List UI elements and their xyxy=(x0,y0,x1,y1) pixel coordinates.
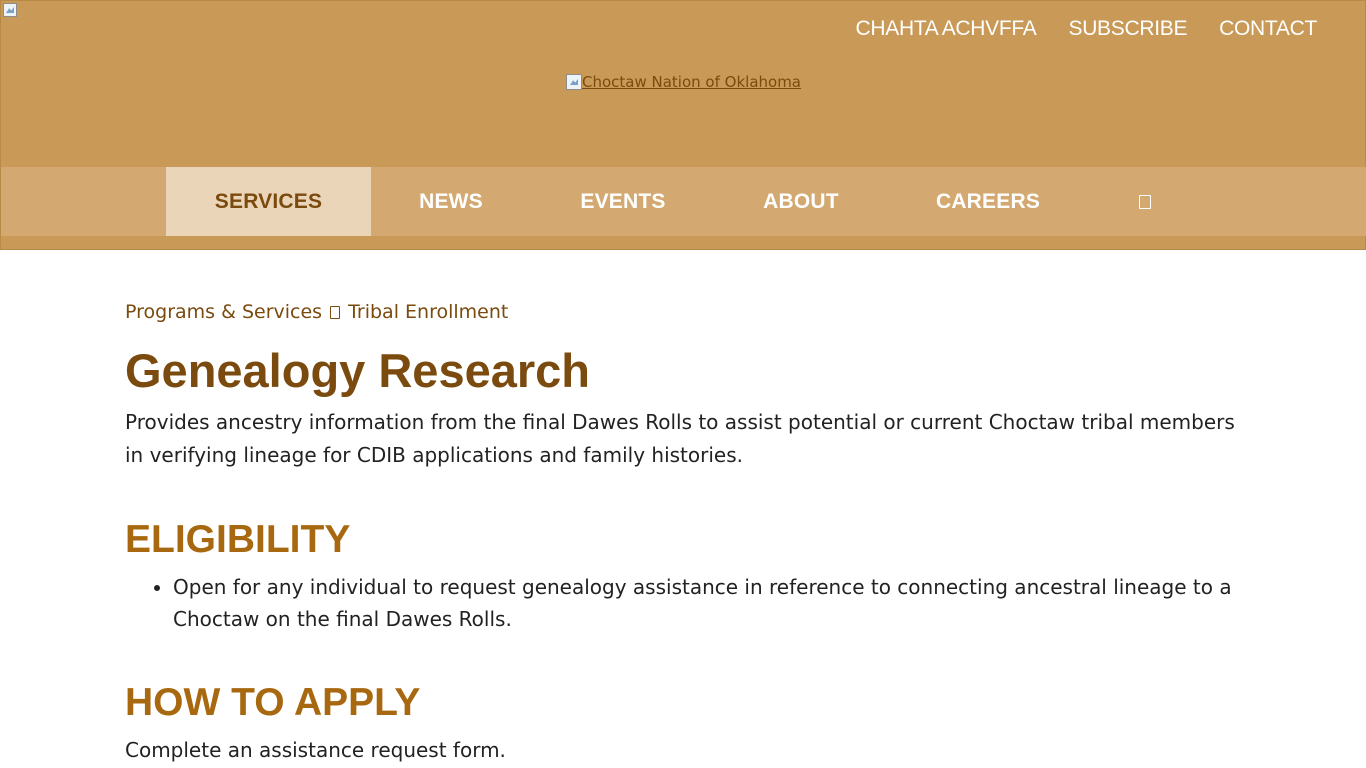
breadcrumb-link-tribal-enrollment[interactable]: Tribal Enrollment xyxy=(348,296,508,328)
list-item: Open for any individual to request genea… xyxy=(173,571,1241,635)
nav-item-about[interactable]: ABOUT xyxy=(715,167,887,236)
site-logo-link[interactable]: Choctaw Nation of Oklahoma xyxy=(566,72,801,92)
eligibility-list: Open for any individual to request genea… xyxy=(173,571,1241,635)
logo-alt-text: Choctaw Nation of Oklahoma xyxy=(582,73,801,91)
nav-item-events[interactable]: EVENTS xyxy=(531,167,715,236)
main-nav: SERVICES NEWS EVENTS ABOUT CAREERS xyxy=(1,167,1366,236)
main-content: Programs & Services Tribal Enrollment Ge… xyxy=(125,296,1241,766)
chevron-right-icon xyxy=(330,305,341,319)
site-header: CHAHTA ACHVFFA SUBSCRIBE CONTACT Choctaw… xyxy=(0,0,1366,250)
broken-image-icon xyxy=(566,74,582,90)
broken-image-icon xyxy=(3,3,19,19)
utility-link-chahta-achvffa[interactable]: CHAHTA ACHVFFA xyxy=(856,15,1037,42)
utility-link-subscribe[interactable]: SUBSCRIBE xyxy=(1068,15,1187,42)
utility-link-contact[interactable]: CONTACT xyxy=(1219,15,1317,42)
nav-item-services[interactable]: SERVICES xyxy=(166,167,371,236)
nav-item-news[interactable]: NEWS xyxy=(371,167,531,236)
search-button[interactable] xyxy=(1111,167,1179,236)
nav-item-careers[interactable]: CAREERS xyxy=(887,167,1089,236)
search-icon xyxy=(1139,194,1151,209)
breadcrumb-link-programs-services[interactable]: Programs & Services xyxy=(125,296,322,328)
section-heading-eligibility: ELIGIBILITY xyxy=(125,518,351,561)
how-to-apply-text: Complete an assistance request form. xyxy=(125,738,506,762)
utility-nav: CHAHTA ACHVFFA SUBSCRIBE CONTACT xyxy=(856,15,1318,42)
page-intro: Provides ancestry information from the f… xyxy=(125,410,1235,467)
page-title: Genealogy Research xyxy=(125,344,590,397)
section-heading-how-to-apply: HOW TO APPLY xyxy=(125,681,421,724)
breadcrumb: Programs & Services Tribal Enrollment xyxy=(125,296,1241,328)
